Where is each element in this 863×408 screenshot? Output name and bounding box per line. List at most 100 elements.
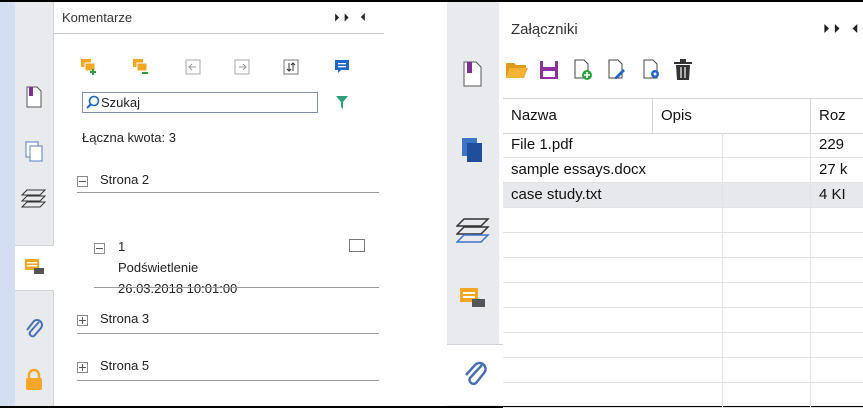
comments-panel: Komentarze ⏵⏵ ⏴ Szukaj Łączna kwota: 3 S… xyxy=(54,2,384,406)
bookmark-page-icon xyxy=(463,61,482,87)
tab-bookmarks[interactable] xyxy=(15,75,53,119)
empty-cell xyxy=(723,308,811,332)
file-description xyxy=(723,183,811,207)
table-row[interactable]: sample essays.docx 27 k xyxy=(503,158,863,183)
table-row-empty xyxy=(503,308,863,333)
right-sidebar-tabs xyxy=(447,2,503,406)
search-input[interactable] xyxy=(101,94,311,111)
file-description xyxy=(723,158,811,182)
attachments-window: Załączniki ⏵⏵ ⏴ Nazwa Opis Roz File 1.pd… xyxy=(447,2,863,408)
collapse-toggle[interactable] xyxy=(77,176,88,187)
pages-icon xyxy=(462,138,482,162)
attachments-panel: Załączniki ⏵⏵ ⏴ Nazwa Opis Roz File 1.pd… xyxy=(503,2,863,408)
tab-security[interactable] xyxy=(15,358,53,402)
table-row[interactable]: File 1.pdf 229 xyxy=(503,133,863,158)
empty-cell xyxy=(503,383,723,407)
import-comments-icon xyxy=(81,59,96,75)
column-header-size[interactable]: Roz xyxy=(811,99,863,133)
empty-cell xyxy=(723,233,811,257)
comment-checkbox[interactable] xyxy=(349,239,365,252)
tree-separator xyxy=(77,192,379,193)
delete-icon xyxy=(674,59,692,80)
comments-icon xyxy=(25,259,44,274)
add-file-icon xyxy=(574,59,592,80)
tab-attachments[interactable] xyxy=(15,308,53,352)
table-row-empty xyxy=(503,283,863,308)
tab-bookmarks[interactable] xyxy=(447,44,499,104)
empty-cell xyxy=(723,208,811,232)
tab-layers[interactable] xyxy=(15,176,53,220)
file-size: 4 KI xyxy=(819,186,846,203)
empty-cell xyxy=(723,333,811,357)
empty-cell xyxy=(723,258,811,282)
layers-icon xyxy=(21,189,47,208)
file-name: sample essays.docx xyxy=(503,158,723,182)
prev-comment-button[interactable] xyxy=(184,58,202,76)
comment-date: 26.03.2018 10:01:00 xyxy=(118,281,238,296)
empty-cell xyxy=(503,358,723,382)
lock-icon xyxy=(26,368,42,390)
comment-icon xyxy=(335,60,349,73)
next-comment-icon xyxy=(234,59,250,75)
file-size: 27 k xyxy=(819,161,848,178)
tree-node-label: Strona 3 xyxy=(100,311,150,326)
table-row-empty xyxy=(503,233,863,258)
tab-pages[interactable] xyxy=(447,120,499,180)
comments-toolbar xyxy=(80,58,380,78)
file-description xyxy=(723,133,811,157)
paperclip-icon xyxy=(26,319,43,338)
total-count: Łączna kwota: 3 xyxy=(82,130,176,145)
column-header-name[interactable]: Nazwa xyxy=(503,99,653,133)
tab-comments[interactable] xyxy=(447,269,499,329)
tree-separator xyxy=(77,333,379,334)
search-icon xyxy=(86,95,100,109)
sort-icon xyxy=(283,59,299,75)
bookmark-page-icon xyxy=(26,86,42,108)
table-row-empty xyxy=(503,358,863,383)
title-divider xyxy=(54,33,384,34)
tree-separator xyxy=(94,287,379,288)
save-button[interactable] xyxy=(537,58,561,82)
import-comments-button[interactable] xyxy=(80,58,98,76)
panel-controls[interactable]: ⏵⏵ ⏴ xyxy=(334,11,370,25)
add-comment-button[interactable] xyxy=(333,58,351,76)
open-button[interactable] xyxy=(505,58,529,82)
expand-toggle[interactable] xyxy=(77,362,88,373)
file-name: File 1.pdf xyxy=(503,133,723,157)
left-sidebar-tabs xyxy=(15,2,55,406)
attachments-grid-header: Nazwa Opis Roz xyxy=(503,98,863,134)
search-box[interactable] xyxy=(82,92,318,113)
collapse-toggle[interactable] xyxy=(94,243,105,254)
tab-pages[interactable] xyxy=(15,130,53,174)
comment-type: Podświetlenie xyxy=(118,260,199,275)
layers-icon xyxy=(456,218,490,243)
empty-cell xyxy=(723,358,811,382)
tab-layers[interactable] xyxy=(447,200,499,260)
sort-button[interactable] xyxy=(282,58,300,76)
export-comments-button[interactable] xyxy=(132,58,150,76)
panel-controls[interactable]: ⏵⏵ ⏴ xyxy=(823,22,863,37)
paperclip-icon xyxy=(465,361,487,386)
table-row-empty xyxy=(503,383,863,408)
add-file-button[interactable] xyxy=(571,58,595,82)
table-row-selected[interactable]: case study.txt 4 KI xyxy=(503,183,863,208)
prev-comment-icon xyxy=(185,59,201,75)
table-row-empty xyxy=(503,333,863,358)
save-icon xyxy=(540,61,558,79)
edit-file-button[interactable] xyxy=(605,58,629,82)
tab-comments[interactable] xyxy=(15,245,55,291)
next-comment-button[interactable] xyxy=(233,58,251,76)
table-row-empty xyxy=(503,208,863,233)
empty-cell xyxy=(503,258,723,282)
panel-title: Komentarze xyxy=(62,10,133,25)
tab-attachments[interactable] xyxy=(447,344,503,405)
delete-button[interactable] xyxy=(671,58,695,82)
column-header-description[interactable]: Opis xyxy=(653,99,811,133)
empty-cell xyxy=(503,233,723,257)
expand-toggle[interactable] xyxy=(77,315,88,326)
file-settings-button[interactable] xyxy=(640,58,664,82)
empty-cell xyxy=(723,283,811,307)
filter-icon[interactable] xyxy=(336,96,348,109)
tree-separator xyxy=(77,380,379,381)
empty-cell xyxy=(503,333,723,357)
